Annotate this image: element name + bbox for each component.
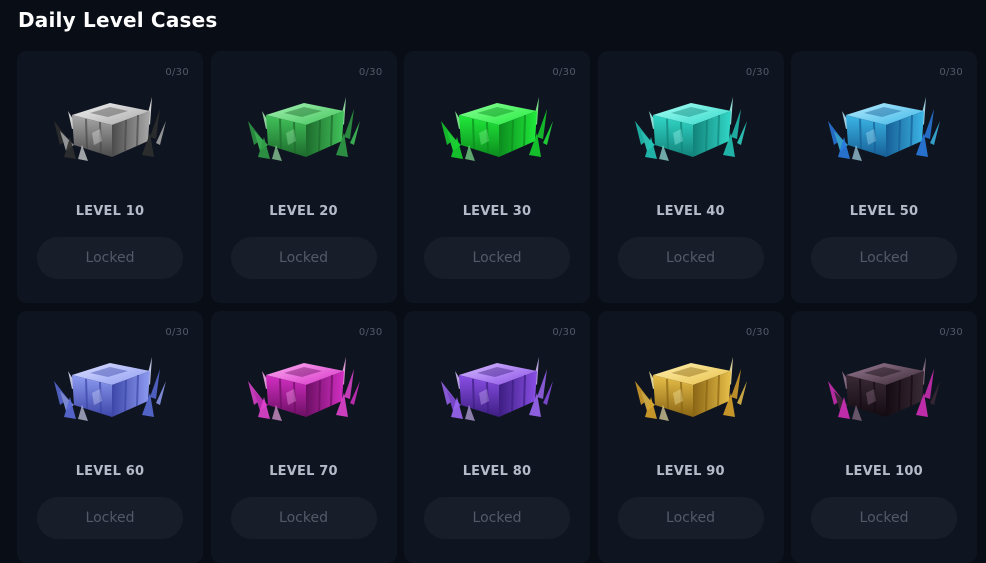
level-30-case-icon	[441, 97, 553, 161]
page-title: Daily Level Cases	[18, 8, 218, 32]
locked-button[interactable]: Locked	[617, 237, 764, 279]
locked-button[interactable]: Locked	[424, 497, 570, 539]
level-70-case-icon	[247, 357, 360, 421]
locked-button[interactable]: Locked	[37, 237, 183, 279]
level-label: LEVEL 20	[269, 204, 338, 219]
case-card-level-70[interactable]: 0/30 LEVEL 70 Locked	[210, 311, 397, 563]
case-card-level-90[interactable]: 0/30 LEVEL 90 Locked	[597, 311, 784, 563]
case-card-level-20[interactable]: 0/30 LEVEL 20 Locked	[210, 51, 397, 303]
locked-button[interactable]: Locked	[617, 497, 764, 539]
level-100-case-icon	[828, 357, 940, 421]
case-card-level-30[interactable]: 0/30 LEVEL 30 Locked	[404, 51, 590, 303]
level-label: LEVEL 60	[75, 464, 145, 479]
case-card-level-50[interactable]: 0/30 LEVEL 50 Locked	[791, 51, 977, 303]
level-10-case-icon	[54, 97, 166, 161]
locked-button[interactable]: Locked	[230, 237, 377, 279]
level-90-case-icon	[634, 357, 747, 421]
level-label: LEVEL 80	[462, 464, 532, 479]
locked-button[interactable]: Locked	[37, 497, 183, 539]
case-card-level-40[interactable]: 0/30 LEVEL 40 Locked	[597, 51, 784, 303]
locked-button[interactable]: Locked	[811, 237, 957, 279]
level-40-case-icon	[634, 97, 747, 161]
case-card-level-100[interactable]: 0/30 LEVEL 100 Locked	[791, 311, 977, 563]
level-label: LEVEL 50	[849, 204, 919, 219]
level-label: LEVEL 70	[269, 464, 338, 479]
case-grid: 0/30 LEVEL 10 Locked 0/30 LEVEL 20 Locke…	[17, 51, 977, 563]
level-60-case-icon	[54, 357, 166, 421]
level-80-case-icon	[441, 357, 553, 421]
case-card-level-60[interactable]: 0/30 LEVEL 60 Locked	[17, 311, 203, 563]
locked-button[interactable]: Locked	[424, 237, 570, 279]
case-card-level-10[interactable]: 0/30 LEVEL 10 Locked	[17, 51, 203, 303]
level-20-case-icon	[247, 97, 360, 161]
level-label: LEVEL 40	[656, 204, 725, 219]
level-label: LEVEL 90	[656, 464, 725, 479]
locked-button[interactable]: Locked	[811, 497, 957, 539]
locked-button[interactable]: Locked	[230, 497, 377, 539]
level-label: LEVEL 30	[462, 204, 532, 219]
case-card-level-80[interactable]: 0/30 LEVEL 80 Locked	[404, 311, 590, 563]
level-label: LEVEL 10	[75, 204, 145, 219]
level-50-case-icon	[828, 97, 940, 161]
level-label: LEVEL 100	[845, 464, 923, 479]
